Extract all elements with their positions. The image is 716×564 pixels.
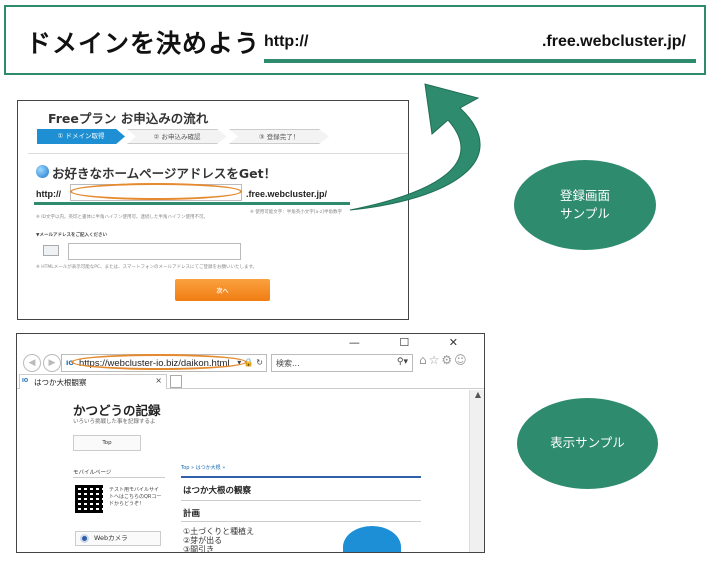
divider <box>73 477 165 478</box>
breadcrumb[interactable]: Top » はつか大根 » <box>181 464 225 471</box>
header-underline <box>264 59 696 63</box>
mail-icon <box>43 245 59 256</box>
mail-label: ▼メールアドレスをご記入ください <box>36 233 107 238</box>
post-title: はつか大根の観察 <box>183 486 252 496</box>
address-underline <box>34 202 350 205</box>
step-complete: ③ 登録完了！ <box>229 129 329 144</box>
registration-heading: お好きなホームページアドレスをGet！ <box>52 166 277 181</box>
illustration <box>343 526 401 552</box>
search-box[interactable]: 検索... ⚲▾ <box>271 354 413 372</box>
scrollbar[interactable]: ▲ <box>469 390 484 552</box>
qr-text: テスト用モバイルサイトへはこちらのQRコードからどうぞ！ <box>109 487 162 507</box>
header-banner: ドメインを決めよう http:// .free.webcluster.jp/ <box>4 5 706 75</box>
toolbar-icons[interactable]: ⌂☆⚙☺ <box>419 353 469 367</box>
header-title: ドメインを決めよう <box>26 29 261 58</box>
qr-code-icon <box>75 485 103 513</box>
subdomain-note: ※ ID文字以内。英印と書体に半角ハイフン使用可。連続した半角ハイフン使用不可。 <box>36 215 208 220</box>
webcam-label: Webカメラ <box>94 534 128 542</box>
section-title: 計画 <box>183 509 201 519</box>
list-item: ①土づくりと種植え <box>183 527 255 536</box>
header-url-suffix: .free.webcluster.jp/ <box>541 33 686 50</box>
scroll-up-icon[interactable]: ▲ <box>470 390 484 404</box>
search-icon[interactable]: ⚲▾ <box>397 357 408 367</box>
plan-list: ①土づくりと種植え ②芽が出る ③間引き <box>183 527 255 553</box>
window-controls[interactable]: — ☐ ✕ <box>349 336 476 349</box>
list-item: ②芽が出る <box>183 536 223 545</box>
mail-note: ※ HTMLメールが表示可能なPC、または、スマートフォンのメールアドレスにてご… <box>36 265 257 270</box>
url-highlight-oval <box>71 354 247 370</box>
title-rule <box>181 476 421 478</box>
step-confirm: ② お申込み確認 <box>127 129 227 144</box>
allowed-chars-note: ※ 使用可能文字：半角英小文字[a-z]半角数字 <box>250 210 342 215</box>
divider <box>181 521 421 522</box>
new-tab-icon[interactable] <box>170 375 182 388</box>
top-button[interactable]: Top <box>73 435 141 451</box>
tab-active[interactable]: IO はつか大根観察 × <box>19 374 167 389</box>
tab-close-icon[interactable]: × <box>155 376 162 385</box>
highlight-oval <box>70 183 242 200</box>
header-url-prefix: http:// <box>264 33 309 50</box>
page-content: かつどうの記録 いろいろ挑戦した事を記録するよ Top モバイルページ テスト用… <box>17 390 469 553</box>
next-button[interactable]: 次へ <box>175 279 270 301</box>
tab-bar: IO はつか大根観察 × <box>17 374 484 389</box>
curved-arrow-icon <box>349 83 481 211</box>
address-prefix: http:// <box>36 189 61 199</box>
site-subtitle: いろいろ挑戦した事を記録するよ <box>73 419 156 425</box>
webcam-icon <box>80 534 89 543</box>
mobile-page-label: モバイルページ <box>73 470 112 476</box>
back-icon[interactable]: ◀ <box>23 354 41 372</box>
callout-registration-sample: 登録画面 サンプル <box>514 160 656 250</box>
browser-sample: — ☐ ✕ ◀ ▶ IO https://webcluster-io.biz/d… <box>16 333 485 553</box>
search-placeholder: 検索... <box>276 359 300 368</box>
tab-title: はつか大根観察 <box>34 378 87 387</box>
list-item: ③間引き <box>183 545 215 553</box>
callout-display-sample: 表示サンプル <box>517 398 658 489</box>
forward-icon[interactable]: ▶ <box>43 354 61 372</box>
webcam-button[interactable]: Webカメラ <box>75 531 161 546</box>
step-indicator: ① ドメイン取得 ② お申込み確認 ③ 登録完了！ <box>37 129 329 144</box>
email-input[interactable] <box>68 243 241 260</box>
tab-favicon-icon: IO <box>22 378 29 384</box>
divider <box>181 500 421 501</box>
address-suffix: .free.webcluster.jp/ <box>246 189 328 199</box>
step-domain: ① ドメイン取得 <box>37 129 125 144</box>
globe-icon <box>36 165 49 178</box>
registration-title: Freeプラン お申込みの流れ <box>48 111 209 126</box>
